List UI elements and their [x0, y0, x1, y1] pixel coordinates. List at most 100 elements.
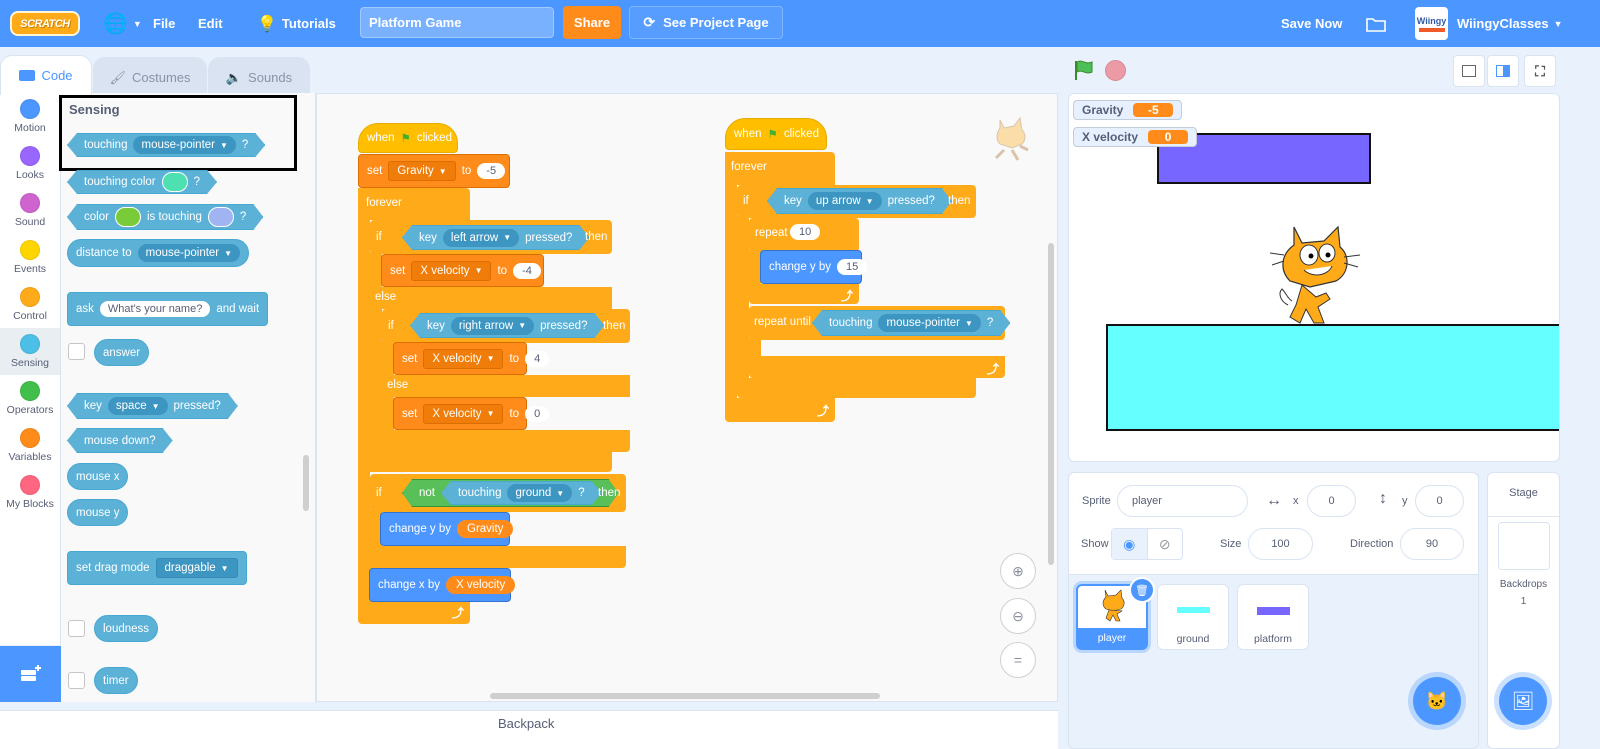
category-my-blocks[interactable]: My Blocks [0, 469, 60, 516]
block-key-pressed[interactable]: key space ▼ pressed? [67, 393, 238, 419]
variable-dropdown[interactable]: X velocity ▼ [423, 348, 504, 369]
value-input[interactable]: 15 [837, 259, 868, 275]
value-input[interactable]: -5 [477, 163, 506, 179]
variable-dropdown[interactable]: Gravity ▼ [388, 161, 456, 181]
zoom-reset-button[interactable]: = [1000, 642, 1036, 678]
not-operator[interactable]: not touching ground ▼ ? [402, 479, 619, 507]
category-sensing[interactable]: Sensing [0, 328, 60, 375]
gravity-monitor[interactable]: Gravity -5 [1073, 100, 1183, 120]
block-mouse-y[interactable]: mouse y [67, 499, 129, 526]
size-input[interactable]: 100 [1248, 528, 1313, 560]
stop-button[interactable] [1105, 60, 1126, 81]
x-input[interactable]: 0 [1307, 485, 1356, 517]
delete-sprite-button[interactable]: 🗑 [1129, 577, 1155, 603]
scratch-logo[interactable]: SCRATCH [10, 11, 80, 36]
drag-mode-dropdown[interactable]: draggable ▼ [155, 558, 238, 578]
sprite-tile-platform[interactable]: platform [1237, 584, 1309, 650]
block-touching-color[interactable]: touching color ? [67, 170, 217, 194]
palette-scrollbar[interactable] [303, 455, 309, 511]
add-extension-button[interactable] [0, 646, 61, 702]
direction-input[interactable]: 90 [1400, 528, 1464, 560]
show-hidden-button[interactable]: ⊘ [1148, 529, 1183, 559]
code-horizontal-scrollbar[interactable] [490, 693, 880, 699]
edit-menu[interactable]: Edit [198, 0, 223, 47]
touching-target-dropdown[interactable]: mouse-pointer ▼ [878, 314, 980, 332]
block-loudness[interactable]: loudness [94, 615, 159, 642]
value-input[interactable]: -4 [513, 262, 541, 279]
when-flag-clicked-hat[interactable]: when ⚑ clicked [358, 123, 458, 153]
block-mouse-x[interactable]: mouse x [67, 463, 129, 490]
distance-target-dropdown[interactable]: mouse-pointer ▼ [137, 244, 241, 262]
save-now-button[interactable]: Save Now [1281, 0, 1342, 47]
stage[interactable]: Gravity -5 X velocity 0 [1068, 93, 1560, 462]
choose-sprite-button[interactable]: 🐱 [1413, 677, 1461, 725]
project-title-input[interactable]: Platform Game [360, 7, 554, 38]
ask-text-input[interactable]: What's your name? [99, 301, 211, 317]
share-button[interactable]: Share [563, 6, 621, 39]
see-project-page-button[interactable]: ⟳ See Project Page [629, 6, 783, 39]
normal-stage-button[interactable] [1487, 55, 1519, 87]
block-distance-to[interactable]: distance to mouse-pointer ▼ [67, 239, 250, 267]
block-timer[interactable]: timer [94, 667, 138, 694]
category-control[interactable]: Control [0, 281, 60, 328]
my-stuff-button[interactable] [1366, 0, 1386, 47]
block-color-is-touching[interactable]: color is touching ? [67, 204, 263, 230]
category-motion[interactable]: Motion [0, 93, 60, 140]
tutorials-menu[interactable]: 💡 Tutorials [257, 0, 336, 47]
file-menu[interactable]: File [153, 0, 175, 47]
category-sound[interactable]: Sound [0, 187, 60, 234]
category-operators[interactable]: Operators [0, 375, 60, 422]
choose-backdrop-button[interactable]: 🖼 [1499, 677, 1547, 725]
block-mouse-down[interactable]: mouse down? [67, 428, 173, 453]
tab-sounds[interactable]: 🔈 Sounds [208, 57, 310, 97]
timer-monitor-checkbox[interactable] [68, 672, 85, 689]
code-vertical-scrollbar[interactable] [1048, 243, 1054, 565]
value-input[interactable]: 0 [525, 405, 550, 422]
account-menu[interactable]: WiingyClasses ▼ [1457, 0, 1563, 47]
repeat-count-input[interactable]: 10 [790, 224, 821, 240]
variable-reporter[interactable]: Gravity [457, 520, 514, 538]
when-flag-clicked-hat[interactable]: when ⚑ clicked [725, 118, 827, 150]
touching-condition[interactable]: touching ground ▼ ? [441, 481, 602, 505]
set-x-velocity-block[interactable]: set X velocity ▼ to 0 [393, 397, 550, 430]
answer-monitor-checkbox[interactable] [68, 343, 85, 360]
key-dropdown[interactable]: left arrow ▼ [443, 229, 519, 247]
stage-thumbnail[interactable] [1497, 522, 1550, 570]
variable-dropdown[interactable]: X velocity ▼ [411, 260, 492, 281]
set-x-velocity-block[interactable]: set X velocity ▼ to -4 [381, 254, 544, 287]
change-x-block[interactable]: change x by X velocity [369, 568, 516, 602]
key-dropdown[interactable]: space ▼ [108, 397, 168, 415]
change-y-block[interactable]: change y by Gravity [380, 512, 514, 546]
show-visible-button[interactable]: ◉ [1112, 529, 1148, 559]
variable-dropdown[interactable]: X velocity ▼ [423, 403, 504, 424]
tab-costumes[interactable]: 🖌 Costumes [93, 57, 207, 97]
tab-code[interactable]: Code [0, 55, 92, 95]
category-events[interactable]: Events [0, 234, 60, 281]
zoom-out-button[interactable]: ⊖ [1000, 598, 1036, 634]
block-set-drag-mode[interactable]: set drag mode draggable ▼ [67, 551, 247, 585]
block-ask-and-wait[interactable]: ask What's your name? and wait [67, 292, 269, 326]
touching-target-dropdown[interactable]: ground ▼ [507, 484, 572, 502]
color-swatch[interactable] [208, 207, 234, 227]
touching-condition[interactable]: touching mouse-pointer ▼ ? [812, 310, 1010, 336]
y-input[interactable]: 0 [1415, 485, 1464, 517]
language-menu[interactable]: 🌐 ▼ [103, 0, 142, 47]
sprite-name-input[interactable]: player [1117, 485, 1248, 517]
value-input[interactable]: 4 [525, 350, 550, 367]
category-looks[interactable]: Looks [0, 140, 60, 187]
x-velocity-monitor[interactable]: X velocity 0 [1073, 127, 1198, 147]
variable-reporter[interactable]: X velocity [446, 576, 516, 594]
key-pressed-condition[interactable]: key right arrow ▼ pressed? [410, 313, 604, 338]
key-pressed-condition[interactable]: key up arrow ▼ pressed? [767, 188, 952, 214]
player-cat-sprite[interactable] [1264, 225, 1364, 326]
small-stage-button[interactable] [1453, 55, 1485, 87]
color-swatch[interactable] [115, 207, 141, 227]
change-y-block[interactable]: change y by 15 [760, 250, 868, 284]
category-variables[interactable]: Variables [0, 422, 60, 469]
backpack[interactable]: Backpack [0, 710, 1058, 749]
zoom-in-button[interactable]: ⊕ [1000, 553, 1036, 589]
loudness-monitor-checkbox[interactable] [68, 620, 85, 637]
block-answer[interactable]: answer [94, 339, 150, 366]
color-swatch[interactable] [162, 172, 188, 192]
ground-sprite[interactable] [1106, 324, 1559, 431]
